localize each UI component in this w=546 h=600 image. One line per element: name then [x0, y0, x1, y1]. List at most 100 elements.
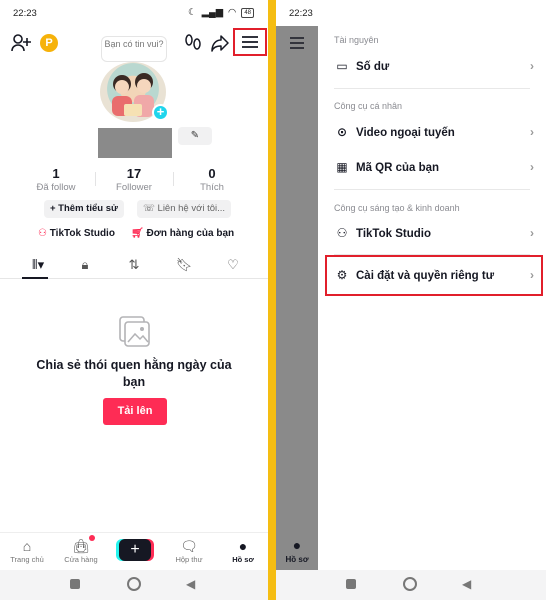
chevron-right-icon: ›: [530, 125, 534, 139]
menu-item-offline-videos[interactable]: ⊙ Video ngoại tuyến ›: [334, 121, 534, 143]
stat-followers-label: Follower: [116, 182, 152, 193]
coin-icon[interactable]: P: [40, 34, 58, 52]
username-block: [98, 128, 172, 158]
menu-item-settings-privacy[interactable]: ⚙ Cài đặt và quyền riêng tư ›: [334, 264, 534, 286]
add-avatar-button[interactable]: +: [152, 104, 169, 121]
edit-profile-button[interactable]: ✎: [178, 127, 212, 145]
menu-item-balance[interactable]: ▭ Số dư ›: [334, 55, 534, 77]
menu-item-qr-code[interactable]: ▦ Mã QR của bạn ›: [334, 156, 534, 178]
wifi-icon: ◠: [228, 7, 237, 18]
nav-home-label: Trang chủ: [10, 555, 44, 564]
dimmed-background[interactable]: [276, 26, 318, 570]
nav-inbox-label: Hộp thư: [175, 555, 203, 564]
offline-video-icon: ⊙: [336, 125, 348, 139]
status-time: 22:23: [289, 8, 313, 19]
add-friend-icon[interactable]: [11, 34, 31, 52]
status-bar: 22:23 ☾ ▂▄▆ ◠ 48: [0, 0, 268, 26]
recents-icon[interactable]: [346, 579, 356, 589]
profile-screen: 22:23 ☾ ▂▄▆ ◠ 48 P Bạn có tin vui? + ✎ 1…: [0, 0, 268, 600]
create-post-button[interactable]: +: [119, 539, 151, 561]
divider: [334, 189, 530, 190]
contact-label: Liên hệ với tôi...: [157, 203, 226, 214]
wallet-icon: ▭: [336, 59, 348, 73]
divider: [334, 88, 530, 89]
gear-icon: ⚙: [336, 268, 348, 282]
cart-icon: 🛒︎: [131, 228, 144, 239]
profile-tabs: ⦀▾ 🔒︎ ⇅ 🔖︎ ♡: [0, 253, 268, 279]
system-nav-bar: ◀: [276, 570, 546, 600]
add-bio-button[interactable]: + Thêm tiểu sử: [44, 200, 124, 218]
status-icons: ☾ ▂▄▆ ◠ 48: [188, 7, 254, 18]
orders-label: Đơn hàng của bạn: [146, 228, 235, 239]
stat-likes-value: 0: [208, 166, 216, 181]
stat-following-value: 1: [52, 166, 60, 181]
home-system-icon[interactable]: [127, 577, 141, 591]
nav-profile-label: Hồ sơ: [285, 555, 309, 564]
menu-screen: 22:23 ☾ ▂▄▆ ◠ 48 ● Hồ sơ Tài nguyên ▭Số …: [276, 0, 546, 600]
footprint-icon[interactable]: [184, 34, 202, 52]
empty-state-text: Chia sẻ thói quen hằng ngày của bạn: [36, 358, 232, 389]
stats-row: 1 Đã follow 17 Follower 0 Thích: [0, 166, 268, 193]
gallery-icon: [119, 316, 150, 347]
nav-shop[interactable]: 👜︎ Cửa hàng: [56, 537, 106, 564]
nav-profile-label: Hồ sơ: [232, 555, 254, 564]
hamburger-menu-icon[interactable]: [241, 35, 259, 49]
upload-button[interactable]: Tải lên: [103, 398, 167, 425]
screen-divider: [268, 0, 276, 600]
section-title-creator-tools: Công cụ sáng tạo & kinh doanh: [334, 203, 460, 213]
active-tab-indicator: [22, 277, 48, 279]
back-icon[interactable]: ◀: [186, 577, 195, 591]
chevron-right-icon: ›: [530, 268, 534, 282]
menu-item-offline-videos-label: Video ngoại tuyến: [356, 127, 455, 139]
nav-inbox[interactable]: 🗨︎ Hộp thư: [164, 537, 214, 564]
chevron-right-icon: ›: [530, 226, 534, 240]
orders-link[interactable]: 🛒︎ Đơn hàng của bạn: [131, 228, 234, 239]
chevron-right-icon: ›: [530, 160, 534, 174]
home-system-icon[interactable]: [403, 577, 417, 591]
recents-icon[interactable]: [70, 579, 80, 589]
nav-profile[interactable]: ● Hồ sơ: [218, 537, 268, 564]
tab-videos-grid-icon[interactable]: ⦀▾: [24, 257, 52, 273]
tab-repost-icon[interactable]: ⇅: [124, 257, 144, 273]
stat-likes[interactable]: 0 Thích: [173, 166, 251, 193]
tab-saved-bookmark-icon[interactable]: 🔖︎: [174, 257, 194, 273]
battery-icon: 48: [241, 7, 254, 18]
back-icon[interactable]: ◀: [462, 577, 471, 591]
tiktok-studio-link[interactable]: ⚇ TikTok Studio: [38, 228, 115, 239]
stat-followers-value: 17: [126, 166, 142, 181]
tab-liked-heart-icon[interactable]: ♡: [223, 257, 243, 273]
nav-shop-label: Cửa hàng: [64, 555, 98, 564]
tab-private-lock-icon[interactable]: 🔒︎: [75, 257, 95, 273]
side-drawer: Tài nguyên ▭ Số dư › Công cụ cá nhân ⊙ Vid…: [318, 0, 546, 570]
inbox-icon: 🗨︎: [180, 538, 198, 554]
pencil-icon: ✎: [190, 130, 200, 141]
moon-icon: ☾: [188, 7, 197, 18]
studio-person-icon: ⚇: [336, 226, 348, 240]
qr-code-icon: ▦: [336, 160, 348, 174]
profile-icon: ●: [238, 538, 248, 554]
share-icon[interactable]: [211, 34, 229, 52]
chevron-right-icon: ›: [530, 59, 534, 73]
section-title-personal-tools: Công cụ cá nhân: [334, 101, 403, 111]
contact-button[interactable]: ☏ Liên hệ với tôi...: [137, 200, 232, 218]
status-bubble[interactable]: Bạn có tin vui?: [101, 36, 167, 62]
shop-bag-icon: 👜︎: [72, 538, 90, 554]
menu-item-qr-code-label: Mã QR của bạn: [356, 162, 440, 174]
profile-icon: ●: [292, 537, 302, 553]
contact-icon: ☏: [143, 203, 155, 214]
tiktok-studio-label: TikTok Studio: [49, 228, 115, 239]
system-nav-bar: ◀: [0, 570, 268, 600]
section-title-resources: Tài nguyên: [334, 35, 379, 45]
menu-item-balance-label: Số dư: [356, 61, 390, 73]
nav-profile[interactable]: ● Hồ sơ: [276, 532, 318, 570]
bottom-nav: ⌂ Trang chủ 👜︎ Cửa hàng + 🗨︎ Hộp thư ● H…: [0, 532, 268, 570]
hamburger-menu-icon[interactable]: [289, 37, 305, 49]
stat-following[interactable]: 1 Đã follow: [17, 166, 95, 193]
stat-likes-label: Thích: [200, 182, 224, 193]
notification-dot: [89, 535, 95, 541]
menu-item-tiktok-studio-label: TikTok Studio: [356, 228, 431, 240]
menu-item-tiktok-studio[interactable]: ⚇ TikTok Studio ›: [334, 222, 534, 244]
stat-followers[interactable]: 17 Follower: [95, 166, 173, 193]
status-time: 22:23: [13, 8, 37, 19]
nav-home[interactable]: ⌂ Trang chủ: [2, 537, 52, 564]
